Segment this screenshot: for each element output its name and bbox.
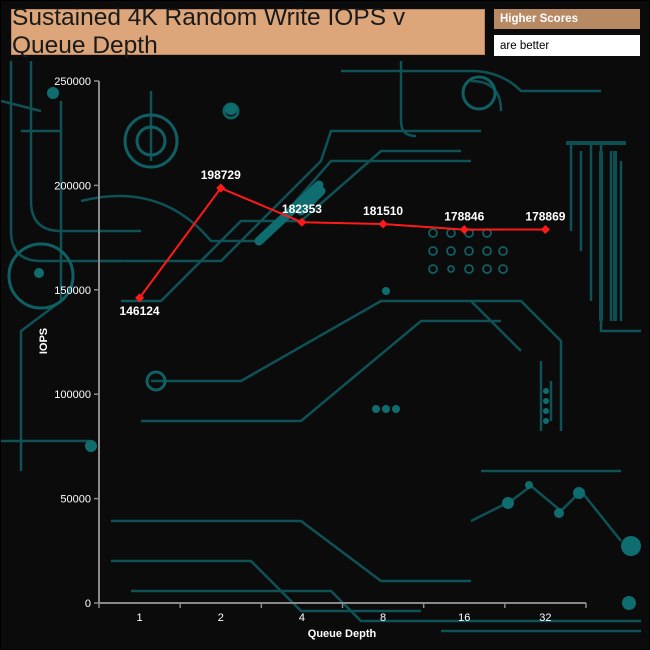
x-tick-label: 2 <box>218 612 224 624</box>
x-tick-label: 4 <box>299 612 305 624</box>
axes <box>98 81 586 604</box>
line-chart: 050000100000150000200000250000 1 2 4 8 16 32 … <box>38 76 587 640</box>
y-tick-label: 200000 <box>54 180 91 192</box>
y-axis-title: IOPS <box>38 328 50 354</box>
data-point <box>540 224 550 235</box>
data-label: 178869 <box>525 210 565 224</box>
data-point <box>378 219 388 229</box>
data-point <box>297 217 307 227</box>
chart-frame: Sustained 4K Random Write IOPS v Queue D… <box>0 0 650 650</box>
x-tick-label: 16 <box>458 612 470 624</box>
data-labels: 146124 198729 182353 181510 178846 178869 <box>120 168 566 318</box>
data-label: 146124 <box>120 304 160 318</box>
x-axis-title: Queue Depth <box>308 628 377 640</box>
series-iops <box>135 183 550 303</box>
x-tick-label: 8 <box>380 612 386 624</box>
series-line <box>138 186 546 299</box>
x-axis-ticks: 1 2 4 8 16 32 <box>98 603 587 624</box>
x-tick-label: 1 <box>137 612 143 624</box>
data-label: 178846 <box>444 210 484 224</box>
y-tick-label: 100000 <box>54 389 91 401</box>
data-point <box>459 225 469 235</box>
x-tick-label: 32 <box>539 612 551 624</box>
y-axis-ticks: 0 50000 100000 150000 200000 250000 <box>54 76 99 610</box>
data-label: 181510 <box>363 204 403 218</box>
y-tick-label: 250000 <box>54 76 91 88</box>
y-tick-label: 150000 <box>54 285 91 297</box>
data-label: 198729 <box>201 168 241 182</box>
y-tick-label: 0 <box>85 598 91 610</box>
data-label: 182353 <box>282 202 322 216</box>
y-tick-label: 50000 <box>60 494 91 506</box>
